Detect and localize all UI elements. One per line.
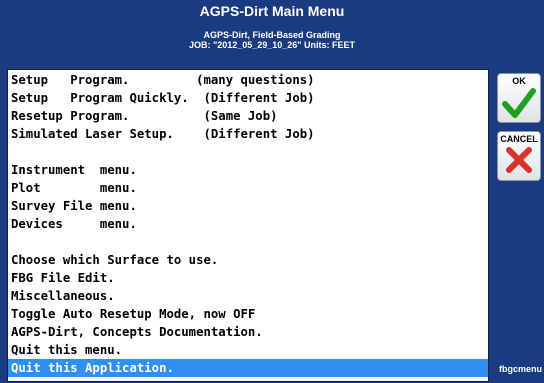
menu-spacer bbox=[8, 143, 488, 161]
menu-spacer bbox=[8, 233, 488, 251]
window-title: AGPS-Dirt Main Menu bbox=[199, 3, 345, 19]
menu-item[interactable]: Miscellaneous. bbox=[8, 287, 488, 305]
menu-item[interactable]: AGPS-Dirt, Concepts Documentation. bbox=[8, 323, 488, 341]
menu-item[interactable]: Quit this menu. bbox=[8, 341, 488, 359]
x-icon bbox=[506, 147, 532, 173]
menu-item[interactable]: Instrument menu. bbox=[8, 161, 488, 179]
menu-item[interactable]: Setup Program Quickly. (Different Job) bbox=[8, 89, 488, 107]
menu-item[interactable]: Simulated Laser Setup. (Different Job) bbox=[8, 125, 488, 143]
menu-item[interactable]: FBG File Edit. bbox=[8, 269, 488, 287]
job-info: AGPS-Dirt, Field-Based Grading JOB: "201… bbox=[0, 30, 544, 50]
cancel-label: CANCEL bbox=[500, 134, 538, 144]
menu-item[interactable]: Setup Program. (many questions) bbox=[8, 71, 488, 89]
main-menu-list[interactable]: Setup Program. (many questions) Setup Pro… bbox=[7, 69, 489, 382]
menu-item[interactable]: Plot menu. bbox=[8, 179, 488, 197]
menu-item[interactable]: Devices menu. bbox=[8, 215, 488, 233]
ok-label: OK bbox=[512, 76, 526, 86]
cancel-button[interactable]: CANCEL bbox=[497, 131, 541, 181]
menu-item[interactable]: Resetup Program. (Same Job) bbox=[8, 107, 488, 125]
ok-button[interactable]: OK bbox=[497, 73, 541, 123]
screen-id: fbgcmenu bbox=[499, 364, 543, 374]
menu-item[interactable]: Toggle Auto Resetup Mode, now OFF bbox=[8, 305, 488, 323]
menu-item[interactable]: Choose which Surface to use. bbox=[8, 251, 488, 269]
app-description: AGPS-Dirt, Field-Based Grading bbox=[203, 30, 341, 40]
menu-item[interactable]: Quit this Application. bbox=[8, 359, 488, 377]
menu-item[interactable]: Survey File menu. bbox=[8, 197, 488, 215]
job-units-line: JOB: "2012_05_29_10_26" Units: FEET bbox=[188, 40, 356, 50]
checkmark-icon bbox=[502, 88, 536, 118]
